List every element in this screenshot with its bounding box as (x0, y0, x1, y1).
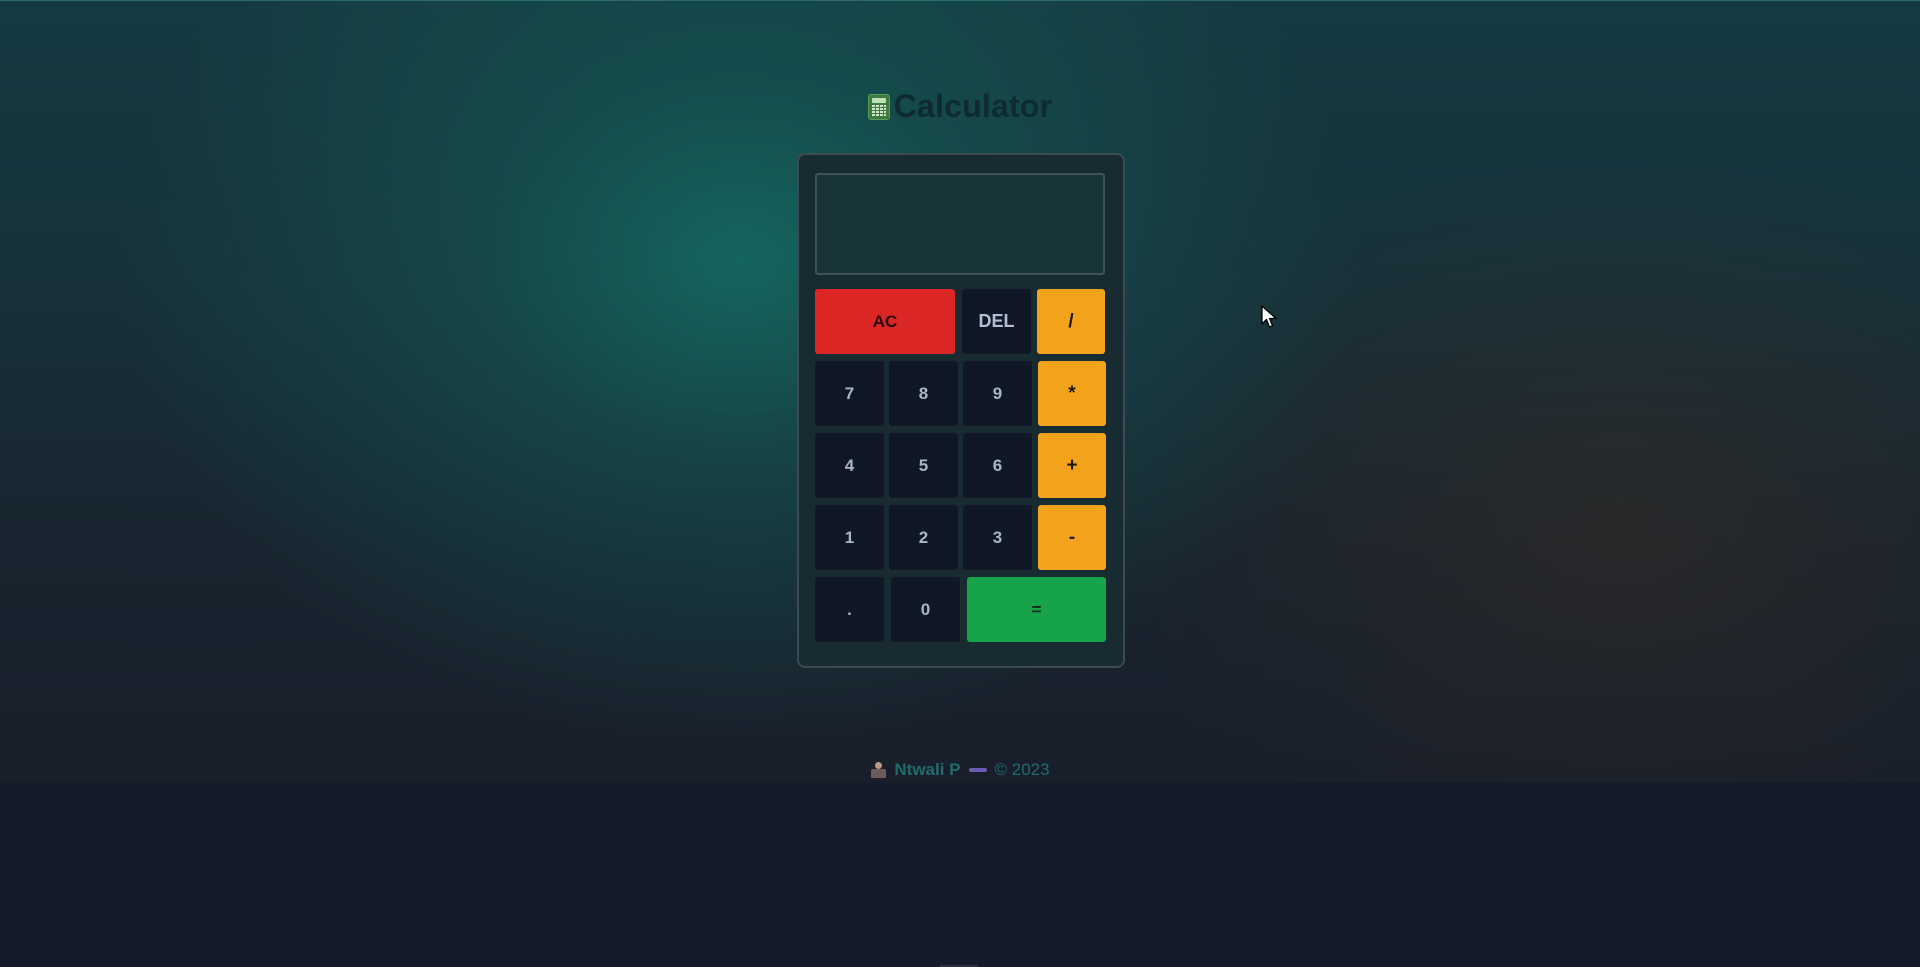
digit-7-button[interactable]: 7 (815, 361, 884, 426)
calculator-icon (867, 93, 890, 120)
digit-3-button[interactable]: 3 (963, 505, 1032, 570)
digit-4-button[interactable]: 4 (815, 433, 884, 498)
footer: Ntwali P © 2023 (0, 760, 1920, 780)
digit-2-button[interactable]: 2 (889, 505, 958, 570)
plus-button[interactable]: + (1038, 433, 1106, 498)
footer-author: Ntwali P (894, 760, 961, 779)
footer-separator (968, 768, 987, 772)
minus-button[interactable]: - (1038, 505, 1106, 570)
delete-button[interactable]: DEL (962, 289, 1031, 354)
divide-button[interactable]: / (1037, 289, 1105, 354)
digit-8-button[interactable]: 8 (889, 361, 958, 426)
decimal-point-button[interactable]: . (815, 577, 884, 642)
digit-5-button[interactable]: 5 (889, 433, 958, 498)
multiply-button[interactable]: * (1038, 361, 1106, 426)
footer-copyright: © 2023 (994, 760, 1050, 779)
header: Calculator (0, 88, 1920, 125)
calculator-display[interactable] (815, 173, 1105, 275)
person-at-laptop-icon (870, 762, 887, 778)
equals-button[interactable]: = (967, 577, 1106, 642)
mouse-cursor-icon (1261, 305, 1277, 328)
digit-6-button[interactable]: 6 (963, 433, 1032, 498)
digit-9-button[interactable]: 9 (963, 361, 1032, 426)
page-title: Calculator (893, 88, 1053, 124)
digit-0-button[interactable]: 0 (891, 577, 960, 642)
all-clear-button[interactable]: AC (815, 289, 955, 354)
calculator-panel: AC DEL / 7 8 9 * 4 5 6 + 1 2 3 - . 0 = (797, 153, 1125, 668)
digit-1-button[interactable]: 1 (815, 505, 884, 570)
